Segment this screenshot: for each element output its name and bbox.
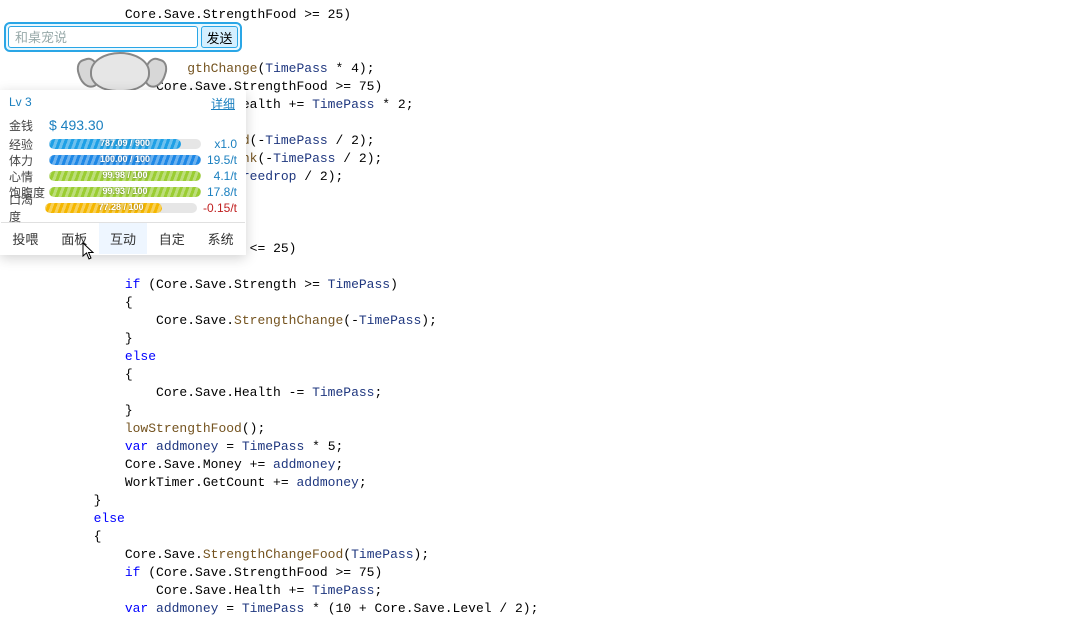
detail-link[interactable]: 详细 xyxy=(211,95,235,112)
money-row: 金钱 $ 493.30 xyxy=(1,114,245,136)
stat-label: 口渴度 xyxy=(9,191,45,225)
stats-panel: Lv 3 详细 金钱 $ 493.30 经验787.09 / 900x1.0体力… xyxy=(0,90,246,255)
money-value: $ 493.30 xyxy=(49,117,109,133)
stat-rate: 4.1/t xyxy=(214,169,237,183)
tab-系统[interactable]: 系统 xyxy=(196,223,245,254)
tab-自定[interactable]: 自定 xyxy=(147,223,196,254)
stat-bar-text: 77.28 / 100 xyxy=(45,203,197,212)
stat-bar: 77.28 / 100 xyxy=(45,203,197,213)
stat-bar-text: 99.93 / 100 xyxy=(49,187,201,196)
tab-互动[interactable]: 互动 xyxy=(99,223,148,254)
stat-row: 口渴度77.28 / 100-0.15/t xyxy=(1,200,245,216)
panel-tabs: 投喂面板互动自定系统 xyxy=(1,222,245,254)
stat-bar-text: 787.09 / 900 xyxy=(49,139,201,148)
stat-label: 心情 xyxy=(9,168,49,185)
tab-投喂[interactable]: 投喂 xyxy=(1,223,50,254)
stat-row: 经验787.09 / 900 x1.0 xyxy=(1,136,245,152)
chat-input[interactable] xyxy=(8,26,198,48)
chat-send-button[interactable]: 发送 xyxy=(201,26,238,48)
stat-bar: 100.00 / 100 xyxy=(49,155,201,165)
stat-rate: -0.15/t xyxy=(203,201,237,215)
stat-bar: 99.98 / 100 xyxy=(49,171,201,181)
stat-rate: x1.0 xyxy=(214,137,237,151)
stat-bar: 787.09 / 900 xyxy=(49,139,201,149)
stat-rate: 19.5/t xyxy=(207,153,237,167)
chat-bar: 发送 xyxy=(4,22,242,52)
stat-bar-text: 99.98 / 100 xyxy=(49,171,201,180)
stat-row: 心情99.98 / 100 4.1/t xyxy=(1,168,245,184)
pet-level: Lv 3 xyxy=(9,95,32,112)
stat-bar: 99.93 / 100 xyxy=(49,187,201,197)
stat-rate: 17.8/t xyxy=(207,185,237,199)
stat-label: 体力 xyxy=(9,152,49,169)
money-label: 金钱 xyxy=(9,117,49,134)
stat-bar-text: 100.00 / 100 xyxy=(49,155,201,164)
stat-row: 体力100.00 / 100 19.5/t xyxy=(1,152,245,168)
tab-面板[interactable]: 面板 xyxy=(50,223,99,254)
stat-label: 经验 xyxy=(9,136,49,153)
